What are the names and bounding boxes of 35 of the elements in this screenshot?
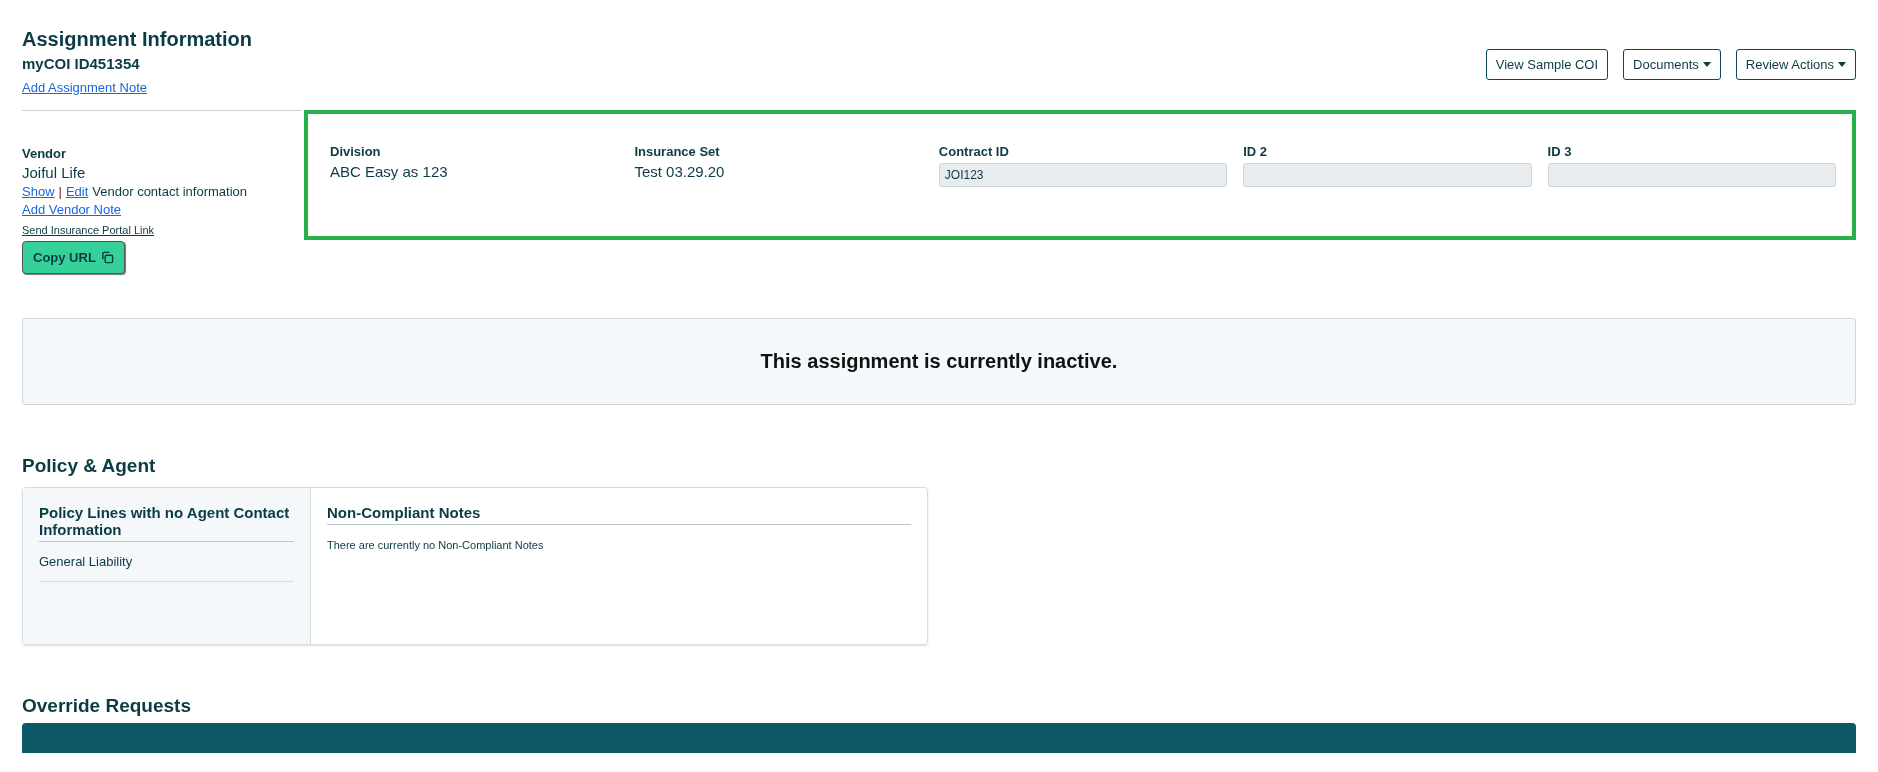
panel-title: Non-Compliant Notes (327, 504, 911, 525)
section-title: Override Requests (22, 695, 192, 717)
vendor-label: Vendor (22, 146, 67, 161)
policy-line: General Liability (39, 542, 294, 582)
send-portal-link[interactable]: Send Insurance Portal Link (22, 224, 155, 236)
panel-title: Policy Lines with no Agent Contact Information (39, 504, 294, 542)
separator: | (58, 184, 62, 199)
detail-value: ABC Easy as 123 (330, 163, 449, 180)
copy-icon (100, 251, 114, 264)
vendor-name: Joiful Life (22, 164, 86, 181)
add-vendor-note-link[interactable]: Add Vendor Note (22, 202, 122, 217)
contact-text: Vendor contact information (92, 184, 247, 199)
detail-label: Division (330, 144, 382, 159)
input-field[interactable]: JOI123 (938, 163, 1228, 187)
show-link[interactable]: Show (22, 184, 55, 199)
empty-notes-text: There are currently no Non-Compliant Notes (327, 539, 545, 551)
status-banner: This assignment is currently inactive. (22, 318, 1856, 405)
section-title: Policy & Agent (22, 455, 157, 477)
add-assignment-note-link[interactable]: Add Assignment Note (22, 80, 148, 95)
edit-link[interactable]: Edit (65, 184, 89, 199)
detail-label: Insurance Set (634, 144, 721, 159)
detail-label: ID 3 (1547, 144, 1573, 159)
page-title: Assignment Information (22, 28, 252, 51)
dropdown-button[interactable]: Review Actions (1735, 49, 1856, 80)
detail-value: Test 03.29.20 (634, 163, 726, 180)
caret-icon (1838, 62, 1846, 67)
coi-id: myCOI ID451354 (22, 55, 141, 72)
input-field[interactable] (1547, 163, 1836, 187)
detail-label: Contract ID (938, 144, 1010, 159)
dropdown-button[interactable]: Documents (1623, 49, 1721, 80)
action-button[interactable]: View Sample COI (1485, 49, 1609, 80)
copy-url-button[interactable]: Copy URL (22, 241, 125, 274)
detail-label: ID 2 (1243, 144, 1269, 159)
caret-icon (1702, 62, 1711, 67)
input-field[interactable] (1243, 163, 1532, 187)
